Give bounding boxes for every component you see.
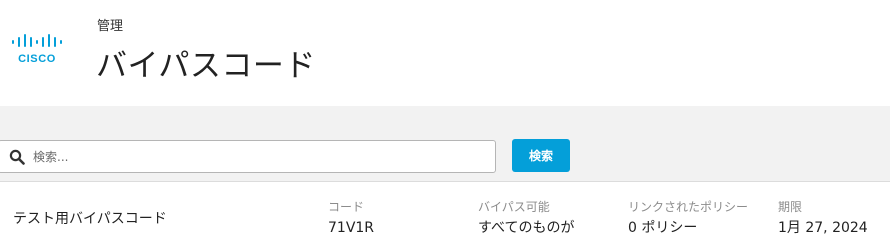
code-label: コード <box>328 200 365 214</box>
linked-policy-value: 0 ポリシー <box>628 220 698 236</box>
search-input[interactable] <box>31 141 491 172</box>
search-button[interactable]: 検索 <box>512 139 570 172</box>
bypass-value: すべてのものが <box>478 220 575 236</box>
code-column: コード 71V1R <box>328 199 374 239</box>
page-header: CISCO 管理 バイパスコード <box>0 0 890 106</box>
table-row[interactable]: テスト用バイパスコード コード 71V1R バイパス可能 すべてのものが リンク… <box>0 183 890 246</box>
code-value: 71V1R <box>328 220 375 236</box>
search-band: 検索 <box>0 106 890 182</box>
bypass-label: バイパス可能 <box>478 200 550 214</box>
bypass-column: バイパス可能 すべてのものが <box>478 199 574 239</box>
cisco-logo-icon: CISCO <box>12 34 62 65</box>
expiry-column: 期限 1月 27, 2024 <box>778 199 868 239</box>
linked-policy-label: リンクされたポリシー <box>628 200 749 214</box>
linked-policy-column: リンクされたポリシー 0 ポリシー <box>628 199 748 239</box>
page-title: バイパスコード <box>96 48 316 84</box>
breadcrumb[interactable]: 管理 <box>97 15 123 34</box>
cisco-logo-text: CISCO <box>18 53 56 65</box>
expiry-label: 期限 <box>778 200 803 214</box>
bypass-code-name[interactable]: テスト用バイパスコード <box>13 208 167 228</box>
search-box[interactable] <box>0 140 496 173</box>
expiry-value: 1月 27, 2024 <box>778 220 868 236</box>
search-icon <box>9 149 25 165</box>
